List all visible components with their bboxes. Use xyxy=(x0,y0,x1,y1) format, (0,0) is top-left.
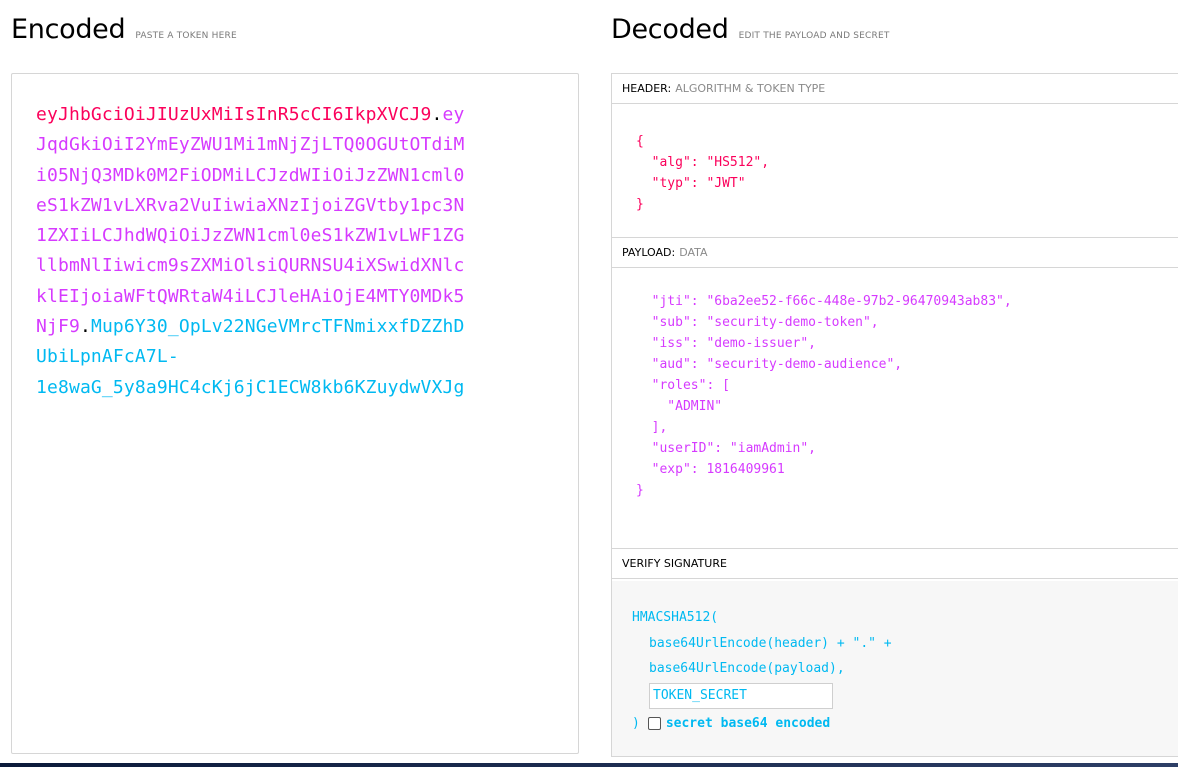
payload-json-line: "iss": "demo-issuer", xyxy=(636,336,817,351)
verify-close-paren: ) xyxy=(632,715,640,731)
encoded-title: Encoded xyxy=(11,14,126,45)
bottom-bar xyxy=(0,763,1178,767)
header-json-line: { xyxy=(636,134,644,149)
token-line: JqdGkiOiI2YmEyZWU1Mi1mNjZjLTQ0OGUtOTdiM xyxy=(36,130,506,160)
decoded-panel: HEADER: ALGORITHM & TOKEN TYPE { "alg": "… xyxy=(611,73,1178,757)
verify-code: HMACSHA512( base64UrlEncode(header) + ".… xyxy=(632,605,892,738)
encoded-heading: Encoded PASTE A TOKEN HERE xyxy=(11,14,237,45)
encoded-token-text[interactable]: eyJhbGciOiJIUzUxMiIsInR5cCI6IkpXVCJ9.ey J… xyxy=(36,100,506,403)
payload-json-line: "jti": "6ba2ee52-f66c-448e-97b2-96470943… xyxy=(636,294,1012,309)
token-line: llbmNlIiwicm9sZXMiOlsiQURNSU4iXSwidXNlc xyxy=(36,251,506,281)
payload-json-line: "userID": "iamAdmin", xyxy=(636,441,817,456)
token-line: eyJhbGciOiJIUzUxMiIsInR5cCI6IkpXVCJ9.ey xyxy=(36,100,506,130)
token-payload-part: klEIjoiaWFtQWRtaW4iLCJleHAiOjE4MTY0MDk5 xyxy=(36,285,465,307)
token-line: i05NjQ3MDk0M2FiODMiLCJzdWIiOiJzZWN1cml0 xyxy=(36,161,506,191)
header-section-sub: ALGORITHM & TOKEN TYPE xyxy=(675,82,826,95)
token-payload-part: 1ZXIiLCJhdWQiOiJzZWN1cml0eS1kZW1vLWF1ZG xyxy=(36,225,465,247)
payload-section-label: PAYLOAD: xyxy=(622,246,676,259)
encoded-subtitle: PASTE A TOKEN HERE xyxy=(135,31,237,41)
header-section-label: HEADER: xyxy=(622,82,672,95)
token-dot: . xyxy=(431,104,443,125)
payload-json-line: ], xyxy=(636,420,668,435)
payload-json-line: "exp": 1816409961 xyxy=(636,462,785,477)
header-json-line: "alg": "HS512", xyxy=(636,155,770,170)
token-header-part: eyJhbGciOiJIUzUxMiIsInR5cCI6IkpXVCJ9 xyxy=(36,104,432,125)
token-line: klEIjoiaWFtQWRtaW4iLCJleHAiOjE4MTY0MDk5 xyxy=(36,282,506,312)
payload-section-sub: DATA xyxy=(679,246,708,259)
token-line: UbiLpnAFcA7L- xyxy=(36,342,506,372)
token-payload-part: NjF9 xyxy=(36,316,80,338)
verify-section-label: VERIFY SIGNATURE xyxy=(622,557,727,570)
base64-checkbox[interactable] xyxy=(647,717,661,730)
token-payload-part: eS1kZW1vLXRva2VuIiwiaXNzIjoiZGVtby1pc3N xyxy=(36,194,465,216)
payload-json-line: "sub": "security-demo-token", xyxy=(636,315,879,330)
verify-line2: base64UrlEncode(payload), xyxy=(649,661,845,676)
header-section-title: HEADER: ALGORITHM & TOKEN TYPE xyxy=(612,74,1178,104)
token-line: 1ZXIiLCJhdWQiOiJzZWN1cml0eS1kZW1vLWF1ZG xyxy=(36,221,506,251)
header-json-line: } xyxy=(636,197,644,212)
token-line: eS1kZW1vLXRva2VuIiwiaXNzIjoiZGVtby1pc3N xyxy=(36,191,506,221)
token-payload-part: llbmNlIiwicm9sZXMiOlsiQURNSU4iXSwidXNlc xyxy=(36,255,465,277)
token-signature-part: UbiLpnAFcA7L- xyxy=(36,346,179,368)
decoded-subtitle: EDIT THE PAYLOAD AND SECRET xyxy=(738,31,890,41)
payload-json-line: } xyxy=(636,483,644,498)
payload-json-line: "ADMIN" xyxy=(636,399,723,414)
payload-json-editor[interactable]: "jti": "6ba2ee52-f66c-448e-97b2-96470943… xyxy=(636,291,1012,501)
secret-input[interactable] xyxy=(649,682,833,709)
token-signature-part: Mup6Y30_OpLv22NGeVMrcTFNmixxfDZZhD xyxy=(90,316,465,338)
token-payload-part: ey xyxy=(442,104,465,125)
header-json-line: "typ": "JWT" xyxy=(636,176,746,191)
payload-json-line: "aud": "security-demo-audience", xyxy=(636,357,903,372)
token-line: NjF9.Mup6Y30_OpLv22NGeVMrcTFNmixxfDZZhD xyxy=(36,312,506,342)
verify-fn: HMACSHA512( xyxy=(632,610,719,625)
verify-section-title: VERIFY SIGNATURE xyxy=(612,549,1178,579)
verify-line1: base64UrlEncode(header) + "." + xyxy=(649,635,892,651)
header-json-editor[interactable]: { "alg": "HS512", "typ": "JWT"} xyxy=(636,131,769,215)
verify-signature-area: HMACSHA512( base64UrlEncode(header) + ".… xyxy=(612,581,1178,756)
payload-json-line: "roles": [ xyxy=(636,378,730,393)
payload-section-title: PAYLOAD: DATA xyxy=(612,238,1178,268)
token-payload-part: JqdGkiOiI2YmEyZWU1Mi1mNjZjLTQ0OGUtOTdiM xyxy=(36,134,465,156)
decoded-heading: Decoded EDIT THE PAYLOAD AND SECRET xyxy=(611,14,890,45)
encoded-token-editor[interactable]: eyJhbGciOiJIUzUxMiIsInR5cCI6IkpXVCJ9.ey J… xyxy=(11,73,579,754)
token-dot: . xyxy=(79,316,91,338)
base64-label[interactable]: secret base64 encoded xyxy=(666,711,830,737)
token-line: 1e8waG_5y8a9HC4cKj6jC1ECW8kb6KZuydwVXJg xyxy=(36,373,506,403)
decoded-title: Decoded xyxy=(611,14,729,45)
token-payload-part: i05NjQ3MDk0M2FiODMiLCJzdWIiOiJzZWN1cml0 xyxy=(36,164,465,186)
token-signature-part: 1e8waG_5y8a9HC4cKj6jC1ECW8kb6KZuydwVXJg xyxy=(36,376,465,398)
